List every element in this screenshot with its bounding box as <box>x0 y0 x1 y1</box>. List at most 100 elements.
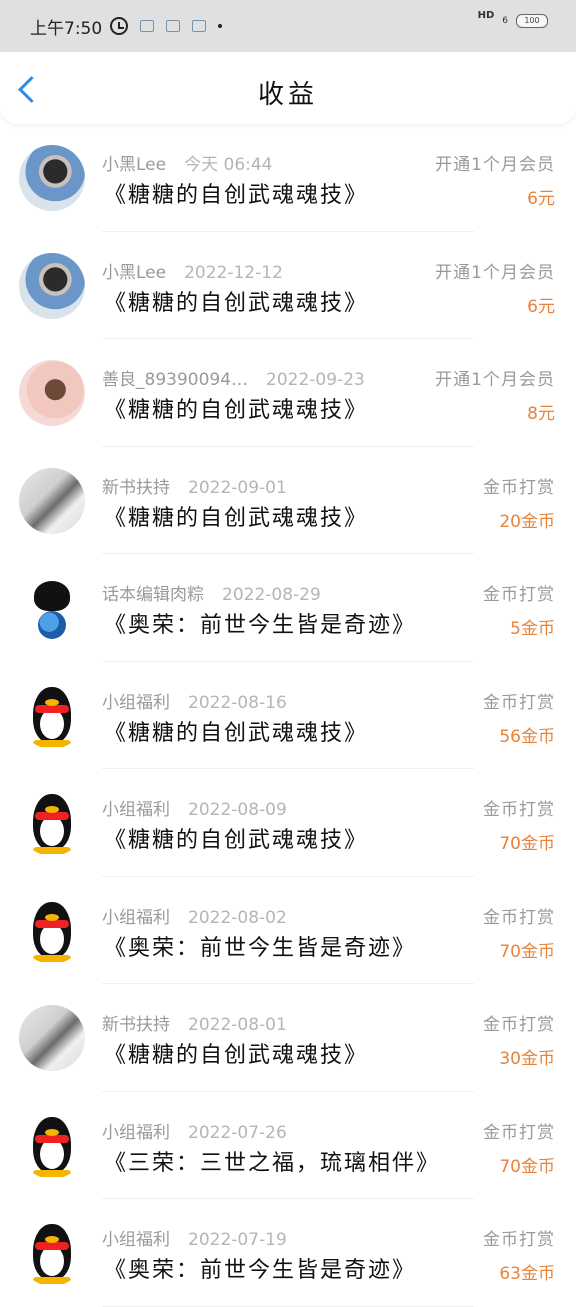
income-type: 金币打赏 <box>483 800 555 820</box>
record-meta: 小黑Lee 2022-12-12 <box>102 258 283 283</box>
book-title: 《糖糖的自创武魂魂技》 <box>104 398 369 423</box>
list-item[interactable]: 小组福利 2022-07-19 金币打赏《奥荣：前世今生皆是奇迹》 63金币 <box>0 1199 576 1307</box>
record-meta: 新书扶持 2022-09-01 <box>102 473 287 498</box>
avatar[interactable] <box>19 145 85 211</box>
record-date: 2022-07-26 <box>188 1122 287 1143</box>
avatar[interactable] <box>19 252 85 319</box>
user-name: 小组福利 <box>102 1230 170 1250</box>
income-amount: 56金币 <box>499 726 555 747</box>
record-date: 2022-08-02 <box>188 907 287 928</box>
user-name: 小组福利 <box>102 692 170 713</box>
alarm-icon <box>110 17 129 35</box>
user-name: 小黑Lee <box>102 155 167 175</box>
record-meta: 小组福利 2022-08-09 <box>102 795 287 820</box>
list-item[interactable]: 新书扶持 2022-08-01 金币打赏《糖糖的自创武魂魂技》 30金币 <box>0 984 576 1092</box>
avatar[interactable] <box>19 682 85 749</box>
record-meta: 小组福利 2022-07-19 <box>102 1225 287 1250</box>
list-item[interactable]: 小组福利 2022-08-09 金币打赏《糖糖的自创武魂魂技》 70金币 <box>0 769 576 877</box>
user-name: 小组福利 <box>102 907 170 928</box>
divider <box>102 1305 474 1307</box>
page-title: 收益 <box>257 80 318 110</box>
avatar[interactable] <box>19 897 85 964</box>
user-name: 小组福利 <box>102 800 170 820</box>
income-amount: 70金币 <box>499 834 555 854</box>
income-amount: 20金币 <box>499 511 555 532</box>
notification-icon <box>166 20 181 32</box>
income-amount: 8元 <box>527 404 555 424</box>
income-type: 金币打赏 <box>483 477 555 498</box>
avatar[interactable] <box>19 467 85 534</box>
record-date: 2022-08-09 <box>188 800 287 820</box>
list-item[interactable]: 新书扶持 2022-09-01 金币打赏《糖糖的自创武魂魂技》 20金币 <box>0 447 576 554</box>
user-name: 新书扶持 <box>102 1015 170 1035</box>
list-item[interactable]: 小黑Lee 2022-12-12 开通1个月会员《糖糖的自创武魂魂技》 6元 <box>0 232 576 339</box>
record-meta: 小组福利 2022-07-26 <box>102 1118 287 1143</box>
book-title: 《糖糖的自创武魂魂技》 <box>104 720 369 746</box>
record-date: 2022-09-23 <box>266 370 365 390</box>
record-date: 2022-12-12 <box>184 262 283 283</box>
more-notifications-dot-icon <box>218 24 223 28</box>
status-time: 上午7:50 <box>30 18 103 39</box>
income-type: 开通1个月会员 <box>435 370 555 390</box>
list-item[interactable]: 话本编辑肉粽 2022-08-29 金币打赏《奥荣：前世今生皆是奇迹》 5金币 <box>0 554 576 662</box>
user-name: 新书扶持 <box>102 477 170 498</box>
record-date: 2022-07-19 <box>188 1230 287 1250</box>
avatar[interactable] <box>19 1220 85 1286</box>
book-title: 《奥荣：前世今生皆是奇迹》 <box>104 935 417 961</box>
record-meta: 新书扶持 2022-08-01 <box>102 1010 287 1035</box>
list-item[interactable]: 善良_89390094… 2022-09-23 开通1个月会员《糖糖的自创武魂魂技》… <box>0 339 576 447</box>
avatar[interactable] <box>19 790 85 856</box>
avatar[interactable] <box>19 360 85 426</box>
list-item[interactable]: 小组福利 2022-07-26 金币打赏《三荣：三世之福，琉璃相伴》 70金币 <box>0 1092 576 1199</box>
income-amount: 70金币 <box>499 1156 555 1177</box>
book-title: 《糖糖的自创武魂魂技》 <box>104 828 369 853</box>
income-type: 开通1个月会员 <box>435 262 555 283</box>
income-type: 金币打赏 <box>483 907 555 928</box>
record-date: 2022-08-29 <box>222 585 321 605</box>
book-title: 《奥荣：前世今生皆是奇迹》 <box>104 1258 417 1283</box>
income-amount: 6元 <box>527 189 555 209</box>
income-amount: 6元 <box>527 296 555 317</box>
book-title: 《糖糖的自创武魂魂技》 <box>104 1043 369 1068</box>
income-amount: 63金币 <box>499 1264 555 1284</box>
avatar[interactable] <box>19 1005 85 1071</box>
book-title: 《糖糖的自创武魂魂技》 <box>104 290 369 316</box>
book-title: 《糖糖的自创武魂魂技》 <box>104 505 369 531</box>
earnings-list: 小黑Lee 今天 06:44 开通1个月会员 《糖糖的自创武魂魂技》 6元 小黑Lee 20… <box>0 124 576 1307</box>
user-name: 小组福利 <box>102 1122 170 1143</box>
status-icons <box>110 17 223 35</box>
list-item[interactable]: 小黑Lee 今天 06:44 开通1个月会员《糖糖的自创武魂魂技》 6元 <box>0 124 576 232</box>
income-type: 开通1个月会员 <box>435 155 555 175</box>
record-meta: 小黑Lee 今天 06:44 <box>102 150 273 175</box>
income-type: 金币打赏 <box>483 1015 555 1035</box>
income-type: 金币打赏 <box>483 585 555 605</box>
record-date: 2022-08-16 <box>188 692 287 713</box>
list-item[interactable]: 小组福利 2022-08-16 金币打赏《糖糖的自创武魂魂技》 56金币 <box>0 662 576 769</box>
notification-icon <box>140 20 155 32</box>
income-type: 金币打赏 <box>483 1122 555 1143</box>
user-name: 话本编辑肉粽 <box>102 585 204 605</box>
user-name: 小黑Lee <box>102 262 167 283</box>
hd-indicator: HD <box>477 9 495 21</box>
notification-icon <box>192 20 207 32</box>
book-title: 《奥荣：前世今生皆是奇迹》 <box>104 613 417 638</box>
list-item[interactable]: 小组福利 2022-08-02 金币打赏 《奥荣：前世今生皆是奇迹》 70金币 <box>0 877 576 984</box>
income-amount: 5金币 <box>510 619 555 639</box>
battery-icon: 100 <box>516 14 548 28</box>
income-type: 金币打赏 <box>483 1230 555 1250</box>
record-meta: 话本编辑肉粽 2022-08-29 <box>102 580 321 605</box>
book-title: 《三荣：三世之福，琉璃相伴》 <box>104 1150 441 1176</box>
record-date: 2022-08-01 <box>188 1015 287 1035</box>
avatar[interactable] <box>19 1112 85 1179</box>
avatar[interactable] <box>19 575 85 641</box>
header: 收益 <box>0 52 576 124</box>
record-meta: 小组福利 2022-08-16 <box>102 688 287 713</box>
user-name: 善良_89390094… <box>102 370 249 390</box>
book-title: 《糖糖的自创武魂魂技》 <box>104 183 369 208</box>
status-right: HD 6 100 <box>478 10 548 28</box>
record-date: 今天 06:44 <box>184 155 273 175</box>
record-meta: 小组福利 2022-08-02 <box>102 903 287 928</box>
record-meta: 善良_89390094… 2022-09-23 <box>102 365 365 390</box>
income-amount: 30金币 <box>499 1049 555 1069</box>
income-type: 金币打赏 <box>483 692 555 713</box>
